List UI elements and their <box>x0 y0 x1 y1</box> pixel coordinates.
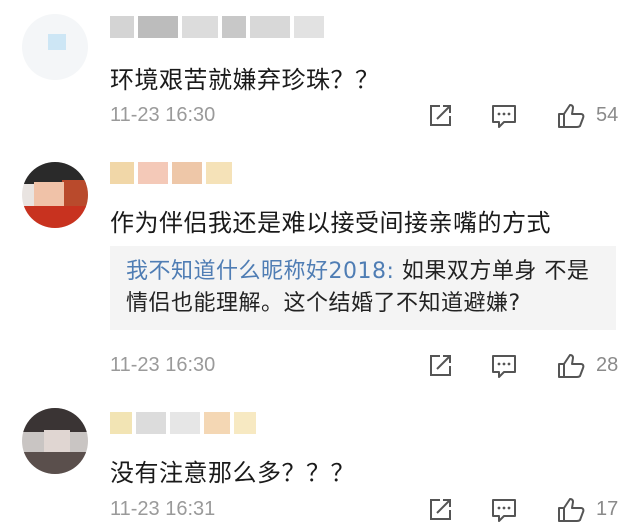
comment-time: 11-23 16:30 <box>110 104 216 126</box>
comment-meta: 11-23 16:30 54 <box>110 102 620 132</box>
share-icon[interactable] <box>426 496 454 524</box>
username-blurred[interactable] <box>110 16 330 38</box>
quoted-author-link[interactable]: 我不知道什么昵称好2018: <box>126 259 394 284</box>
avatar[interactable] <box>22 14 88 80</box>
thumbs-up-icon[interactable] <box>556 352 586 380</box>
comment-time: 11-23 16:31 <box>110 498 216 520</box>
thumbs-up-icon[interactable] <box>556 496 586 524</box>
quoted-reply-content: 我不知道什么昵称好2018: 如果双方单身 不是情侣也能理解。这个结婚了不知道避… <box>126 256 606 320</box>
comment-icon[interactable] <box>490 102 518 130</box>
comment-icon[interactable] <box>490 496 518 524</box>
comment-text: 作为伴侣我还是难以接受间接亲嘴的方式 <box>110 209 551 237</box>
quoted-reply[interactable]: 我不知道什么昵称好2018: 如果双方单身 不是情侣也能理解。这个结婚了不知道避… <box>110 246 616 330</box>
comment-meta: 11-23 16:31 17 <box>110 496 620 526</box>
like-count: 17 <box>596 498 619 520</box>
comment-text: 环境艰苦就嫌弃珍珠？？ <box>110 66 380 94</box>
avatar[interactable] <box>22 408 88 474</box>
thumbs-up-icon[interactable] <box>556 102 586 130</box>
comment-icon[interactable] <box>490 352 518 380</box>
username-blurred[interactable] <box>110 412 260 434</box>
comment-meta: 11-23 16:30 28 <box>110 352 620 382</box>
share-icon[interactable] <box>426 352 454 380</box>
like-count: 54 <box>596 104 619 126</box>
like-count: 28 <box>596 354 619 376</box>
avatar[interactable] <box>22 162 88 228</box>
comment-text: 没有注意那么多？？？ <box>110 459 355 487</box>
comment-time: 11-23 16:30 <box>110 354 216 376</box>
username-blurred[interactable] <box>110 162 240 184</box>
share-icon[interactable] <box>426 102 454 130</box>
